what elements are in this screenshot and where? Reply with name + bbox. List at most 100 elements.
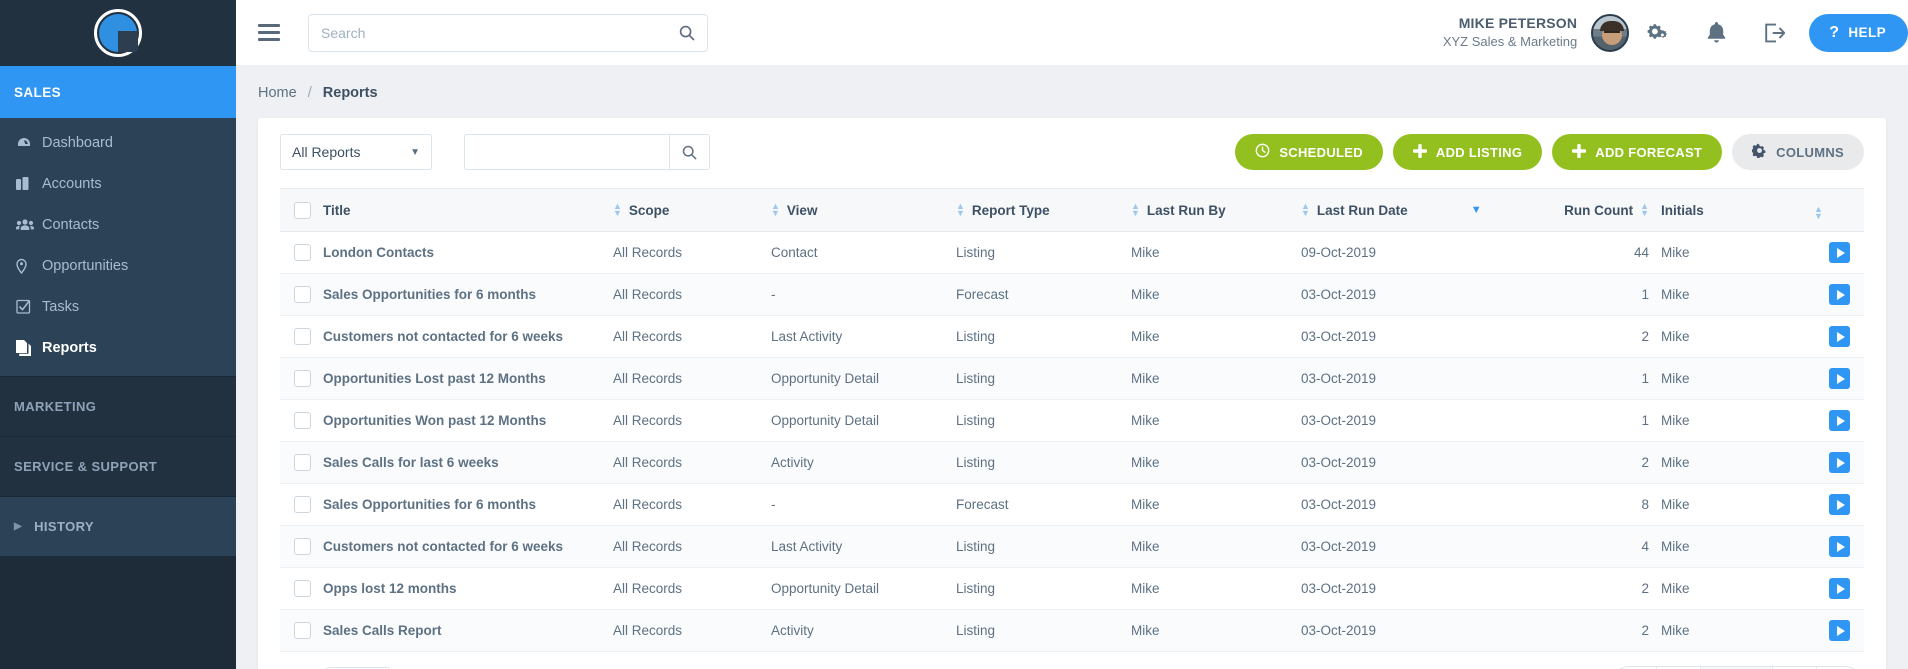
table-row[interactable]: Opportunities Won past 12 Months All Reco… [280, 399, 1864, 442]
th-actions[interactable]: ▲ ▼ [1808, 188, 1864, 232]
sidebar-item-opportunities[interactable]: Opportunities [0, 245, 236, 286]
run-report-button[interactable] [1829, 284, 1850, 305]
row-checkbox[interactable] [294, 370, 311, 387]
cell-run-count: 2 [1525, 609, 1655, 652]
row-checkbox[interactable] [294, 328, 311, 345]
cell-scope: All Records [607, 315, 765, 358]
run-report-button[interactable] [1829, 326, 1850, 347]
cell-last-run-by: Mike [1125, 273, 1295, 316]
sidebar-group-history[interactable]: ▶ HISTORY [0, 496, 236, 556]
table-search-input[interactable] [464, 134, 669, 170]
help-button[interactable]: ? HELP [1809, 13, 1908, 52]
sidebar-group-sales[interactable]: SALES [0, 66, 236, 118]
report-filter-select[interactable]: All Reports ▼ [280, 134, 432, 170]
th-last-run-by[interactable]: ▲ ▼ Last Run By [1125, 188, 1295, 232]
sidebar-group-marketing[interactable]: MARKETING [0, 376, 236, 436]
sidebar-item-label: Reports [42, 339, 97, 356]
run-report-button[interactable] [1829, 578, 1850, 599]
add-listing-button[interactable]: ADD LISTING [1392, 134, 1543, 170]
logo-area[interactable] [0, 0, 236, 66]
table-row[interactable]: Opps lost 12 months All Records Opportunit… [280, 567, 1864, 610]
table-row[interactable]: Sales Calls Report All Records Activity Lis… [280, 609, 1864, 652]
row-select-cell [280, 357, 317, 400]
cell-initials: Mike [1655, 609, 1808, 652]
th-run-count[interactable]: Run Count ▲ ▼ [1525, 188, 1655, 232]
search-icon[interactable] [679, 25, 695, 41]
topbar: MIKE PETERSON XYZ Sales & Marketing ? [236, 0, 1908, 66]
table-search-button[interactable] [669, 134, 710, 170]
avatar[interactable] [1591, 13, 1630, 52]
cell-actions [1808, 399, 1864, 442]
table-row[interactable]: Sales Opportunities for 6 months All Reco… [280, 483, 1864, 526]
row-checkbox[interactable] [294, 538, 311, 555]
th-view[interactable]: ▲ ▼ View [765, 188, 950, 232]
user-org: XYZ Sales & Marketing [1442, 34, 1578, 50]
run-report-button[interactable] [1829, 620, 1850, 641]
cell-last-run-by: Mike [1125, 231, 1295, 274]
bell-icon[interactable] [1687, 0, 1745, 66]
run-report-button[interactable] [1829, 410, 1850, 431]
cell-title: Sales Calls Report [317, 609, 607, 652]
row-checkbox[interactable] [294, 244, 311, 261]
sidebar-item-accounts[interactable]: Accounts [0, 163, 236, 204]
global-search[interactable] [308, 13, 708, 52]
table-row[interactable]: Customers not contacted for 6 weeks All R… [280, 525, 1864, 568]
sidebar-item-tasks[interactable]: Tasks [0, 286, 236, 327]
cell-title: Customers not contacted for 6 weeks [317, 315, 607, 358]
select-all-checkbox[interactable] [294, 201, 311, 219]
sidebar-item-contacts[interactable]: Contacts [0, 204, 236, 245]
cell-last-run-date: 03-Oct-2019 [1295, 357, 1525, 400]
th-report-type[interactable]: ▲ ▼ Report Type [950, 188, 1125, 232]
row-checkbox[interactable] [294, 622, 311, 639]
clock-icon [1255, 143, 1270, 161]
row-checkbox[interactable] [294, 454, 311, 471]
table-body: London Contacts All Records Contact Listing… [280, 231, 1864, 652]
th-title[interactable]: Title [317, 188, 607, 232]
breadcrumb-home[interactable]: Home [258, 85, 297, 101]
scheduled-button[interactable]: SCHEDULED [1235, 134, 1383, 170]
cell-report-type: Listing [950, 399, 1125, 442]
row-checkbox[interactable] [294, 496, 311, 513]
logout-icon[interactable] [1745, 0, 1803, 66]
run-report-button[interactable] [1829, 536, 1850, 557]
run-report-button[interactable] [1829, 368, 1850, 389]
gears-icon[interactable] [1629, 0, 1687, 66]
sidebar-item-label: Opportunities [42, 257, 129, 274]
sidebar-group-service-support[interactable]: SERVICE & SUPPORT [0, 436, 236, 496]
cell-run-count: 2 [1525, 441, 1655, 484]
sort-icon: ▲ ▼ [1640, 201, 1649, 218]
user-info[interactable]: MIKE PETERSON XYZ Sales & Marketing [1443, 14, 1577, 50]
cell-title: London Contacts [317, 231, 607, 274]
th-scope[interactable]: ▲ ▼ Scope [607, 188, 765, 232]
row-select-cell [280, 609, 317, 652]
th-initials[interactable]: Initials [1655, 188, 1808, 232]
run-report-button[interactable] [1829, 494, 1850, 515]
th-last-run-date[interactable]: ▲ ▼ Last Run Date ▼ [1295, 188, 1525, 232]
breadcrumb-current: Reports [322, 85, 378, 101]
table-row[interactable]: Sales Calls for last 6 weeks All Records A… [280, 441, 1864, 484]
columns-label: COLUMNS [1776, 144, 1844, 160]
columns-button[interactable]: COLUMNS [1732, 134, 1864, 170]
row-checkbox[interactable] [294, 580, 311, 597]
run-report-button[interactable] [1829, 452, 1850, 473]
row-checkbox[interactable] [294, 286, 311, 303]
sidebar-item-label: Tasks [42, 298, 80, 315]
cell-actions [1808, 315, 1864, 358]
add-listing-label: ADD LISTING [1435, 144, 1523, 160]
table-row[interactable]: London Contacts All Records Contact Listing… [280, 231, 1864, 274]
run-report-button[interactable] [1829, 242, 1850, 263]
sidebar-item-dashboard[interactable]: Dashboard [0, 122, 236, 163]
search-input[interactable] [321, 24, 679, 41]
add-forecast-button[interactable]: ADD FORECAST [1552, 134, 1723, 170]
row-checkbox[interactable] [294, 412, 311, 429]
sidebar-item-reports[interactable]: Reports [0, 327, 236, 368]
cell-actions [1808, 231, 1864, 274]
question-mark-icon: ? [1829, 23, 1840, 41]
cell-initials: Mike [1655, 273, 1808, 316]
table-row[interactable]: Customers not contacted for 6 weeks All R… [280, 315, 1864, 358]
cell-actions [1808, 441, 1864, 484]
cell-scope: All Records [607, 357, 765, 400]
hamburger-menu-icon[interactable] [250, 24, 290, 41]
table-row[interactable]: Opportunities Lost past 12 Months All Rec… [280, 357, 1864, 400]
table-row[interactable]: Sales Opportunities for 6 months All Reco… [280, 273, 1864, 316]
